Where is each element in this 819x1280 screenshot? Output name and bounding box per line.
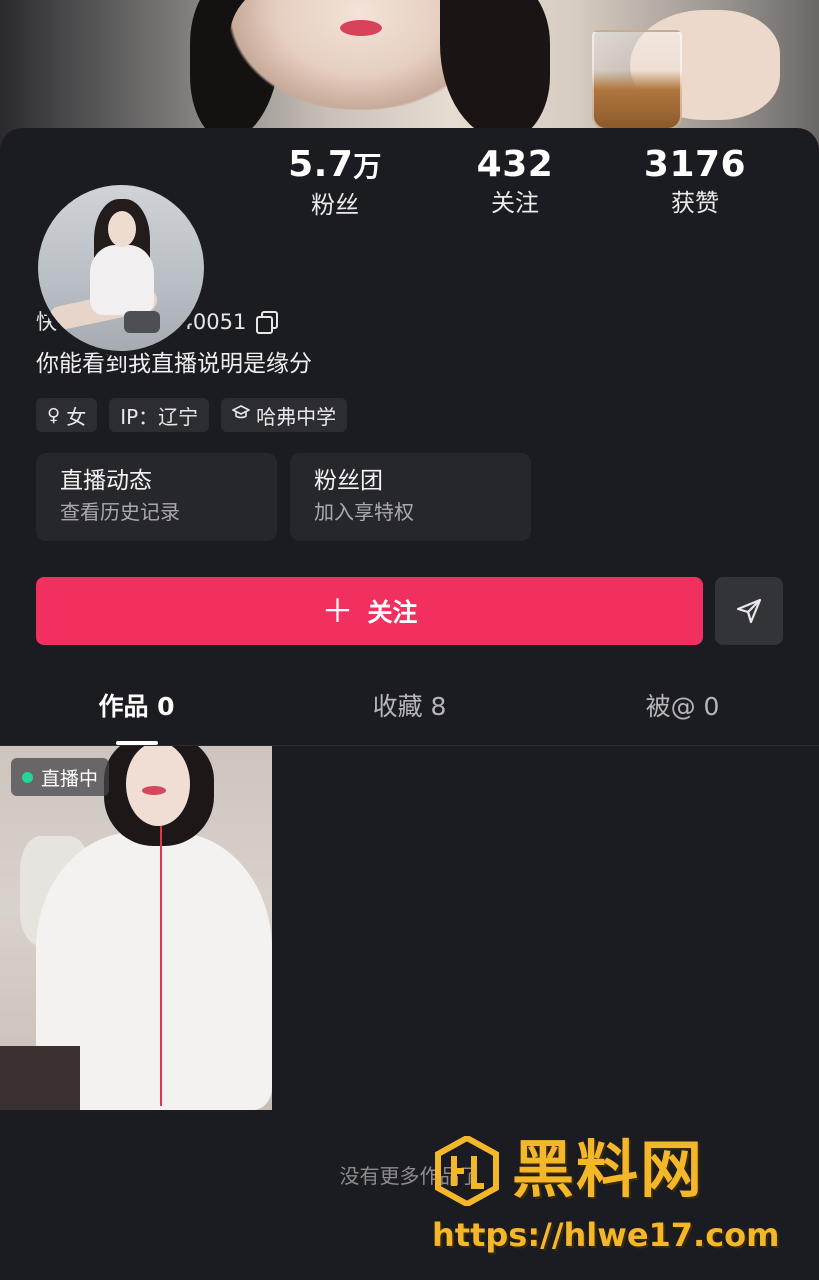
stat-following[interactable]: 432 关注 bbox=[430, 144, 600, 222]
card-title: 直播动态 bbox=[60, 468, 152, 494]
tag-gender: ♀ 女 bbox=[36, 398, 98, 432]
profile-bio: 你能看到我直播说明是缘分 bbox=[36, 351, 312, 377]
glass-image bbox=[592, 30, 682, 130]
card-title: 粉丝团 bbox=[314, 468, 383, 494]
followers-label: 粉丝 bbox=[311, 191, 359, 219]
card-fan-club[interactable]: 粉丝团 加入享特权 bbox=[290, 453, 531, 541]
stats-row: 5.7万 粉丝 432 关注 3176 获赞 bbox=[250, 144, 780, 222]
content-tabs: 作品 0 收藏 8 被@ 0 bbox=[0, 676, 819, 746]
profile-panel: 5.7万 粉丝 432 关注 3176 获赞 妮儿 ♛ 快手号: 2370840… bbox=[0, 128, 819, 1280]
follow-label: 关注 bbox=[367, 598, 418, 627]
copy-icon[interactable] bbox=[256, 311, 279, 334]
tab-favorites[interactable]: 收藏 8 bbox=[273, 676, 546, 745]
card-live-history[interactable]: 直播动态 查看历史记录 bbox=[36, 453, 277, 541]
stat-followers[interactable]: 5.7万 粉丝 bbox=[250, 144, 420, 222]
tag-ip: IP：辽宁 bbox=[109, 398, 210, 432]
watermark-logo-icon bbox=[435, 1136, 499, 1206]
tag-label: IP：辽宁 bbox=[120, 404, 199, 429]
live-dot-icon bbox=[22, 771, 33, 783]
follow-button[interactable]: ＋ 关注 bbox=[36, 577, 703, 645]
send-icon bbox=[736, 598, 762, 624]
tag-school[interactable]: 哈弗中学 bbox=[221, 398, 348, 432]
watermark-title: 黑料网 bbox=[512, 1133, 705, 1206]
tab-works[interactable]: 作品 0 bbox=[0, 676, 273, 745]
send-message-button[interactable] bbox=[715, 577, 783, 645]
followers-unit: 万 bbox=[353, 150, 382, 183]
live-badge: 直播中 bbox=[11, 758, 110, 796]
live-thumbnail[interactable]: 直播中 bbox=[0, 746, 272, 1110]
likes-count: 3176 bbox=[643, 144, 747, 185]
likes-label: 获赞 bbox=[671, 189, 719, 217]
plus-icon: ＋ bbox=[321, 592, 354, 630]
card-subtitle: 查看历史记录 bbox=[60, 500, 180, 524]
female-icon: ♀ bbox=[47, 404, 61, 426]
watermark-url: https://hlwe17.com bbox=[432, 1216, 780, 1254]
following-label: 关注 bbox=[491, 189, 539, 217]
school-icon bbox=[231, 404, 251, 426]
card-subtitle: 加入享特权 bbox=[314, 500, 414, 524]
followers-count: 5.7 bbox=[288, 144, 354, 185]
feature-cards: 直播动态 查看历史记录 粉丝团 加入享特权 bbox=[36, 453, 531, 541]
live-label: 直播中 bbox=[41, 767, 99, 790]
tab-mentions[interactable]: 被@ 0 bbox=[546, 676, 819, 745]
following-count: 432 bbox=[476, 144, 554, 185]
tag-label: 女 bbox=[66, 404, 87, 429]
stat-likes[interactable]: 3176 获赞 bbox=[610, 144, 780, 222]
tag-label: 哈弗中学 bbox=[256, 404, 337, 429]
profile-tags: ♀ 女 IP：辽宁 哈弗中学 bbox=[36, 398, 348, 432]
action-row: ＋ 关注 bbox=[36, 577, 783, 645]
watermark: 黑料网 https://hlwe17.com bbox=[428, 1132, 788, 1256]
avatar[interactable] bbox=[33, 180, 209, 356]
